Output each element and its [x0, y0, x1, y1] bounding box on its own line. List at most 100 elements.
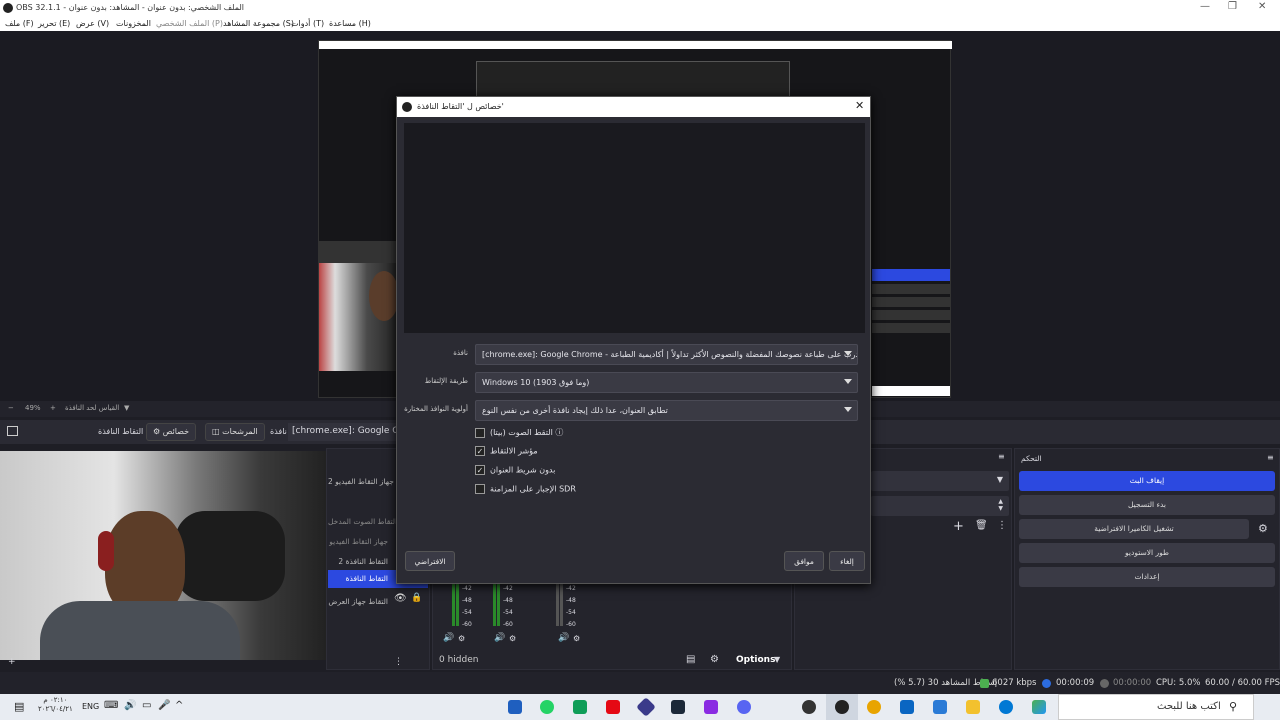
eye-icon[interactable]: 👁: [394, 593, 407, 604]
menu-help[interactable]: مساعدة (H): [329, 19, 371, 28]
speaker-icon[interactable]: 🔊: [558, 633, 569, 643]
microphone-icon[interactable]: 🎤: [158, 700, 170, 711]
mixer-settings-icon[interactable]: ⚙: [573, 634, 580, 643]
app-icon[interactable]: [704, 700, 718, 714]
whatsapp-icon[interactable]: [540, 700, 554, 714]
lock-icon[interactable]: 🔒: [411, 593, 422, 603]
client-area-checkbox[interactable]: ✓ بدون شريط العنوان: [475, 465, 555, 479]
app-icon[interactable]: [573, 700, 587, 714]
language-indicator[interactable]: ENG: [82, 702, 99, 711]
zoom-fit-label[interactable]: القياس لحد النافذة: [65, 404, 119, 412]
more-icon[interactable]: ⋮: [394, 657, 403, 667]
checkbox-label: التقط الصوت (بيتا): [490, 428, 553, 437]
security-app-icon[interactable]: [508, 700, 522, 714]
netflix-icon[interactable]: [606, 700, 620, 714]
start-virtual-camera-button[interactable]: تشغيل الكاميرا الافتراضية: [1019, 519, 1249, 539]
file-explorer-icon[interactable]: [966, 700, 980, 714]
capture-method-select[interactable]: Windows 10 (1903 وما فوق): [475, 372, 858, 393]
menu-view[interactable]: عرض (V): [76, 19, 109, 28]
mixer-settings-icon[interactable]: ⚙: [458, 634, 465, 643]
zoom-in-icon[interactable]: +: [50, 404, 56, 412]
defaults-button[interactable]: الافتراضي: [405, 551, 455, 571]
close-icon[interactable]: ✕: [855, 99, 864, 112]
capture-audio-checkbox[interactable]: التقط الصوت (بيتا) ⓘ: [475, 427, 563, 441]
cancel-button[interactable]: إلغاء: [829, 551, 865, 571]
obs-taskbar-active[interactable]: [826, 694, 858, 720]
add-transition-icon[interactable]: +: [953, 519, 964, 534]
properties-button[interactable]: ⚙ خصائص: [146, 423, 197, 441]
dock-float-icon[interactable]: ≡: [1267, 453, 1274, 462]
meter-tick: -42: [503, 585, 513, 592]
mixer-advanced-icon[interactable]: ⚙: [710, 654, 719, 665]
steam-icon[interactable]: [671, 700, 685, 714]
menu-profile[interactable]: الملف الشخصي (P): [156, 19, 223, 28]
meter-tick: -54: [503, 609, 513, 616]
add-icon[interactable]: +: [8, 657, 16, 667]
chevron-down-icon[interactable]: ▼: [124, 404, 129, 412]
checkbox-box: [475, 427, 485, 438]
start-recording-button[interactable]: بدء التسجيل: [1019, 495, 1275, 515]
cpu-usage: CPU: 5.0%: [1156, 678, 1201, 688]
dock-float-icon[interactable]: ≡: [998, 452, 1005, 461]
menu-file[interactable]: ملف (F): [5, 19, 34, 28]
app-icon[interactable]: [802, 700, 816, 714]
record-time: 00:00:00: [1113, 678, 1152, 688]
minimize-icon[interactable]: —: [1200, 1, 1210, 12]
discord-icon[interactable]: [737, 700, 751, 714]
filters-label: المرشحات: [222, 427, 258, 436]
stream-icon: [1042, 679, 1051, 688]
meter-tick: -42: [566, 585, 576, 592]
mail-icon[interactable]: [900, 700, 914, 714]
nested-control: [872, 310, 950, 320]
window-select[interactable]: [chrome.exe]: Google Chrome: [288, 423, 398, 441]
keyboard-icon[interactable]: ⌨: [104, 700, 118, 711]
status-bar: إسقاط المشاهد 30 (5.7 %) 6027 kbps 00:00…: [0, 672, 1280, 694]
menu-tools[interactable]: أدوات (T): [291, 19, 324, 28]
window-priority-select[interactable]: تطابق العنوان، عدا ذلك إيجاد نافذة أخرى …: [475, 400, 858, 421]
trash-icon[interactable]: 🗑: [975, 520, 988, 531]
filters-button[interactable]: ◫ المرشحات: [205, 423, 265, 441]
speaker-icon[interactable]: 🔊: [494, 633, 505, 643]
nested-control: [872, 297, 950, 307]
menu-edit[interactable]: تحرير (E): [38, 19, 70, 28]
volume-meter: [560, 582, 563, 626]
taskbar-search[interactable]: اكتب هنا للبحث ⚲: [1058, 694, 1254, 720]
chevron-down-icon: [844, 379, 852, 384]
notification-icon[interactable]: ▤: [14, 700, 24, 713]
chevron-up-icon[interactable]: ^: [175, 700, 183, 711]
transition-select[interactable]: ▼: [871, 471, 1009, 491]
capture-cursor-checkbox[interactable]: ✓ مؤشر الالتقاط: [475, 446, 538, 460]
mixer-options-button[interactable]: Options: [736, 655, 775, 665]
chevron-down-icon[interactable]: ▼: [774, 655, 780, 664]
force-sdr-checkbox[interactable]: الإجبار على المزامنة SDR: [475, 484, 576, 498]
meter-tick: -60: [566, 621, 576, 628]
volume-icon[interactable]: 🔊: [124, 700, 136, 711]
more-icon[interactable]: ⋮: [997, 520, 1007, 531]
clock[interactable]: ٠٢:١٠ م ٢٠٢٦/٠٤/٢١: [38, 696, 73, 714]
chrome-icon[interactable]: [867, 700, 881, 714]
copilot-icon[interactable]: [1032, 700, 1046, 714]
camera-overlay: [0, 451, 326, 660]
maximize-icon[interactable]: ❐: [1228, 1, 1237, 12]
store-icon[interactable]: [933, 700, 947, 714]
close-window-icon[interactable]: ✕: [1258, 1, 1266, 12]
gear-icon[interactable]: ⚙: [1258, 522, 1268, 535]
battery-icon[interactable]: ▭: [142, 700, 151, 711]
help-icon[interactable]: ⓘ: [555, 428, 563, 437]
layout-icon[interactable]: ▤: [686, 654, 695, 665]
app-icon[interactable]: [636, 697, 656, 717]
mixer-settings-icon[interactable]: ⚙: [509, 634, 516, 643]
speaker-icon[interactable]: 🔊: [443, 633, 454, 643]
hidden-count[interactable]: 0 hidden: [439, 655, 478, 665]
menu-scene-collection[interactable]: مجموعة المشاهد (S): [223, 19, 294, 28]
ok-button[interactable]: موافق: [784, 551, 824, 571]
window-select[interactable]: [chrome.exe]: Google Chrome - تدرب على ط…: [475, 344, 858, 365]
settings-button[interactable]: إعدادات: [1019, 567, 1275, 587]
zoom-out-icon[interactable]: −: [8, 404, 14, 412]
studio-mode-button[interactable]: طور الاستوديو: [1019, 543, 1275, 563]
obs-logo-icon: [835, 700, 849, 714]
stop-streaming-button[interactable]: إيقاف البث: [1019, 471, 1275, 491]
edge-icon[interactable]: [999, 700, 1013, 714]
menu-docks[interactable]: المخزونات: [116, 19, 151, 28]
duration-spin[interactable]: ▲ ▼: [871, 496, 1009, 516]
